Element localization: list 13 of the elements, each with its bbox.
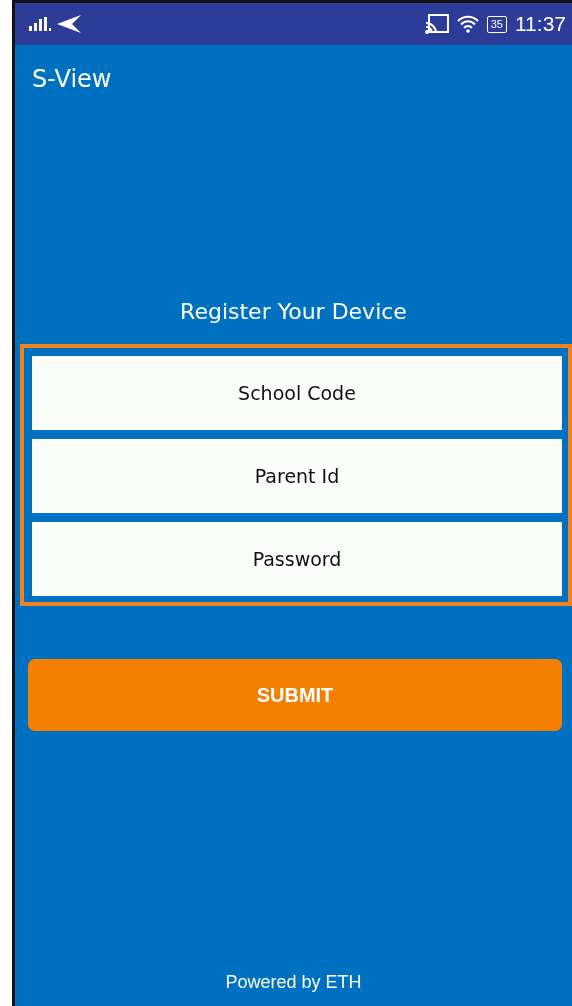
submit-button[interactable]: SUBMIT [28,659,562,731]
battery-level: 35 [486,15,507,33]
input-field[interactable]: Parent Id [32,439,562,513]
wifi-icon [456,15,479,33]
input-field[interactable]: Password [32,522,562,596]
cast-icon [424,14,449,34]
signal-icon [29,17,53,31]
form-heading: Register Your Device [179,298,408,326]
app-title: S-View [31,64,113,95]
send-icon [57,15,81,33]
footer-text: Powered by ETH [224,971,363,994]
input-field[interactable]: School Code [32,356,562,430]
clock-time: 11:37 [515,11,566,38]
